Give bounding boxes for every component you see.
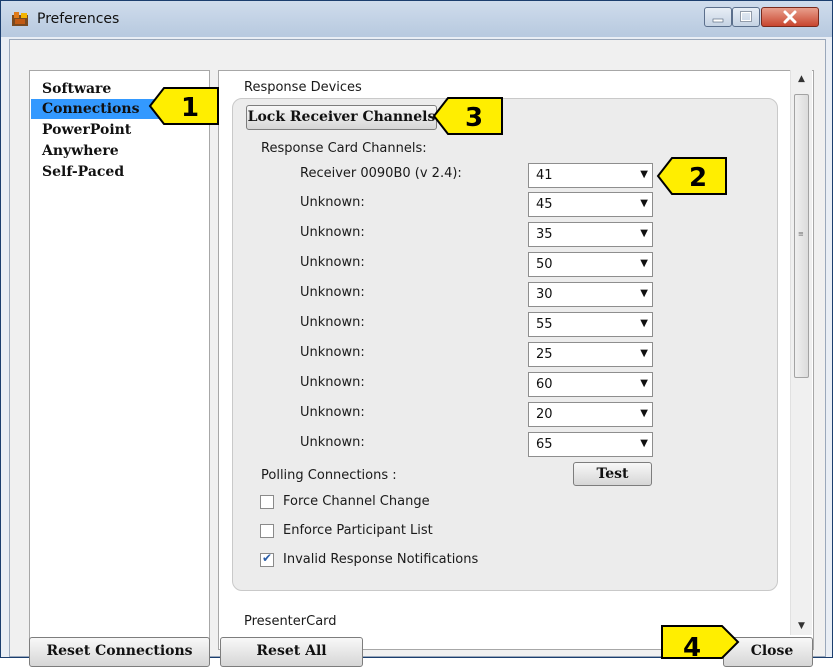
lock-receiver-channels-button[interactable]: Lock Receiver Channels [246,105,437,130]
reset-all-button[interactable]: Reset All [220,637,363,667]
receiver-label: Unknown: [300,375,365,390]
checkmark-icon: ✔ [262,551,273,565]
receiver-label: Unknown: [300,345,365,360]
receiver-label: Unknown: [300,285,365,300]
enforce-participant-list-label: Enforce Participant List [283,523,433,538]
section-title-presentercard: PresenterCard [244,614,337,629]
receiver-label: Unknown: [300,435,365,450]
channel-select[interactable]: 35 ▼ [528,222,653,247]
close-icon [783,10,797,24]
channel-value: 20 [536,407,553,422]
chevron-down-icon: ▼ [640,348,648,359]
force-channel-change-checkbox[interactable] [260,495,274,509]
channel-select[interactable]: 45 ▼ [528,192,653,217]
nav-item-self-paced[interactable]: Self-Paced [31,162,171,182]
callout-number: 1 [181,93,199,123]
channel-value: 45 [536,197,553,212]
force-channel-change-label: Force Channel Change [283,494,430,509]
receiver-label: Unknown: [300,255,365,270]
callout-number: 4 [683,633,701,660]
channel-select[interactable]: 55 ▼ [528,312,653,337]
chevron-down-icon: ▼ [640,228,648,239]
section-title-response-devices: Response Devices [244,80,362,95]
channel-value: 65 [536,437,553,452]
test-button[interactable]: Test [573,462,652,486]
receiver-label: Unknown: [300,225,365,240]
maximize-icon [740,11,752,22]
channel-value: 41 [536,168,553,183]
callout-badge-1: 1 [148,87,219,125]
chevron-down-icon: ▼ [640,169,648,180]
receiver-label: Unknown: [300,315,365,330]
receiver-label: Unknown: [300,405,365,420]
chevron-down-icon: ▼ [640,258,648,269]
chevron-down-icon: ▼ [640,378,648,389]
callout-number: 3 [465,103,483,133]
scroll-down-arrow-icon[interactable]: ▼ [791,617,812,635]
channel-select[interactable]: 25 ▼ [528,342,653,367]
channel-select[interactable]: 20 ▼ [528,402,653,427]
callout-badge-3: 3 [432,97,503,135]
app-icon [12,12,28,26]
channel-value: 30 [536,287,553,302]
minimize-icon [712,18,724,23]
window-title: Preferences [37,11,120,27]
minimize-button[interactable] [704,7,732,27]
category-list: Software Connections PowerPoint Anywhere… [29,70,210,650]
response-card-channels-label: Response Card Channels: [261,141,427,156]
callout-badge-4: 4 [661,625,740,660]
scroll-up-arrow-icon[interactable]: ▲ [791,70,812,88]
callout-badge-2: 2 [656,157,727,195]
callout-number: 2 [689,163,707,193]
channel-select[interactable]: 50 ▼ [528,252,653,277]
window-close-button[interactable] [761,7,819,27]
reset-connections-button[interactable]: Reset Connections [29,637,210,667]
channel-value: 60 [536,377,553,392]
channel-value: 50 [536,257,553,272]
chevron-down-icon: ▼ [640,288,648,299]
receiver-label: Unknown: [300,195,365,210]
channel-select[interactable]: 30 ▼ [528,282,653,307]
invalid-response-notifications-checkbox[interactable]: ✔ [260,551,274,567]
channel-value: 55 [536,317,553,332]
channel-value: 25 [536,347,553,362]
enforce-participant-list-checkbox[interactable] [260,524,274,538]
maximize-button[interactable] [732,7,760,27]
channel-select[interactable]: 60 ▼ [528,372,653,397]
invalid-response-notifications-label: Invalid Response Notifications [283,552,479,567]
channel-select[interactable]: 41 ▼ [528,163,653,188]
vertical-scrollbar[interactable]: ▲ ≡ ▼ [790,70,812,635]
title-bar[interactable]: Preferences [1,1,832,37]
channel-value: 35 [536,227,553,242]
grip-icon: ≡ [798,230,804,238]
chevron-down-icon: ▼ [640,318,648,329]
nav-item-anywhere[interactable]: Anywhere [31,141,171,161]
chevron-down-icon: ▼ [640,198,648,209]
chevron-down-icon: ▼ [640,408,648,419]
receiver-label: Receiver 0090B0 (v 2.4): [300,166,462,181]
polling-connections-label: Polling Connections : [261,468,397,483]
chevron-down-icon: ▼ [640,438,648,449]
scrollbar-thumb[interactable]: ≡ [794,94,809,378]
channel-select[interactable]: 65 ▼ [528,432,653,457]
